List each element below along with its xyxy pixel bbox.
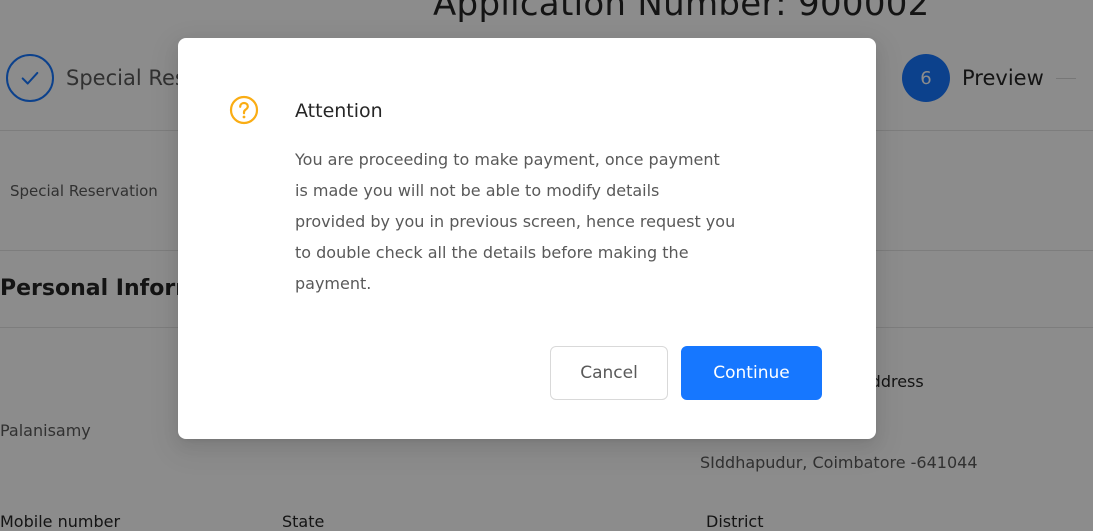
- message-line: to double check all the details before m…: [295, 243, 689, 262]
- modal-title: Attention: [295, 100, 383, 122]
- message-line: provided by you in previous screen, henc…: [295, 212, 736, 231]
- attention-modal: Attention You are proceeding to make pay…: [178, 38, 876, 439]
- message-line: You are proceeding to make payment, once…: [295, 150, 720, 169]
- question-circle-icon: [229, 95, 259, 125]
- message-line: is made you will not be able to modify d…: [295, 181, 660, 200]
- cancel-button[interactable]: Cancel: [550, 346, 668, 400]
- continue-button[interactable]: Continue: [681, 346, 822, 400]
- modal-message: You are proceeding to make payment, once…: [295, 144, 835, 299]
- message-line: payment.: [295, 274, 372, 293]
